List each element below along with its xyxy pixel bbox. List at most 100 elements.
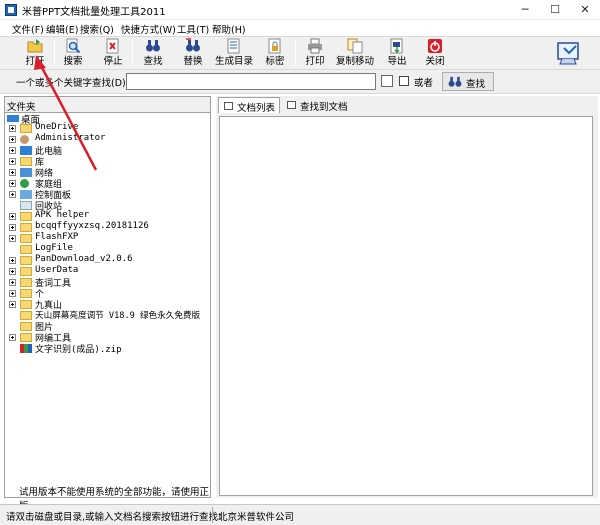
keyword-search-label: 一个或多个关键字查找(D) <box>16 78 126 89</box>
tab-document-list[interactable]: 文档列表 <box>218 97 280 114</box>
tree-item[interactable]: 文字识别(成品).zip <box>5 343 210 355</box>
tab-found-documents[interactable]: 查找到文档 <box>282 97 352 113</box>
menu-help[interactable]: 帮助(H) <box>212 22 246 36</box>
folder-tree: OneDrive Administrator 此电脑 库 网络 家庭组 控制面板… <box>5 122 210 355</box>
expand-icon[interactable] <box>9 180 16 187</box>
maximize-button[interactable]: ☐ <box>540 0 570 20</box>
copy-move-button[interactable]: 复制移动 <box>334 38 376 69</box>
folder-icon <box>20 223 32 232</box>
expand-icon[interactable] <box>9 147 16 154</box>
printer-icon <box>308 38 322 54</box>
folder-icon <box>20 245 32 254</box>
search-bar: 一个或多个关键字查找(D) 或者 查找 <box>0 70 600 94</box>
library-icon <box>20 157 32 166</box>
user-icon <box>20 135 29 144</box>
export-button[interactable]: 导出 <box>382 38 412 69</box>
expand-icon[interactable] <box>9 279 16 286</box>
computer-icon <box>20 146 32 155</box>
minimize-button[interactable]: ─ <box>510 0 540 20</box>
open-button[interactable]: 打开 <box>18 38 52 69</box>
folder-pane-header: 文件夹 <box>5 97 210 113</box>
menu-bar: 文件(F) 编辑(E) 搜索(Q) 快捷方式(W) 工具(T) 帮助(H) <box>0 20 600 36</box>
folder-icon <box>20 300 32 309</box>
export-icon <box>390 38 403 54</box>
expand-icon[interactable] <box>9 290 16 297</box>
recycle-bin-icon <box>20 201 32 210</box>
status-bar: 请双击磁盘或目录,或输入文档名搜索按钮进行查找! 北京米普软件公司 <box>0 504 600 525</box>
close-window-button[interactable]: ✕ <box>570 0 600 20</box>
lock-document-icon <box>268 38 281 54</box>
homegroup-icon <box>20 179 29 188</box>
expand-icon[interactable] <box>9 224 16 231</box>
status-hint: 请双击磁盘或目录,或输入文档名搜索按钮进行查找! <box>6 512 222 523</box>
app-logo-icon <box>557 42 579 65</box>
directory-icon <box>227 38 240 54</box>
menu-file[interactable]: 文件(F) <box>12 22 44 36</box>
folder-icon <box>20 256 32 265</box>
print-button[interactable]: 打印 <box>300 38 330 69</box>
or-checkbox[interactable] <box>399 76 409 86</box>
control-panel-icon <box>20 190 32 199</box>
zip-archive-icon <box>20 344 32 353</box>
toolbar-separator <box>295 40 296 66</box>
folder-icon <box>20 212 32 221</box>
generate-directory-button[interactable]: 生成目录 <box>214 38 254 69</box>
expand-icon[interactable] <box>9 301 16 308</box>
status-divider <box>212 507 213 523</box>
replace-button[interactable]: 替换 <box>178 38 208 69</box>
search-icon <box>66 38 81 54</box>
folder-icon <box>20 267 32 276</box>
search-options-icon[interactable] <box>381 75 393 87</box>
expand-icon[interactable] <box>9 125 16 132</box>
expand-icon[interactable] <box>9 136 16 143</box>
keyword-search-input[interactable] <box>126 73 376 90</box>
replace-icon <box>186 38 200 52</box>
password-button[interactable]: 标密 <box>260 38 290 69</box>
document-list[interactable] <box>219 116 593 496</box>
folder-icon <box>20 289 32 298</box>
menu-search[interactable]: 搜索(Q) <box>80 22 114 36</box>
folder-icon <box>20 311 32 320</box>
title-bar: 米普PPT文档批量处理工具2011 ─ ☐ ✕ <box>0 0 600 20</box>
folder-icon <box>20 124 32 133</box>
find-button[interactable]: 查找 <box>138 38 168 69</box>
stop-button[interactable]: 停止 <box>98 38 128 69</box>
toolbar-separator <box>54 40 55 66</box>
binoculars-icon <box>287 101 296 109</box>
toolbar-separator <box>132 40 133 66</box>
desktop-icon <box>7 115 19 122</box>
stop-icon <box>106 38 119 54</box>
close-button[interactable]: 关闭 <box>420 38 450 69</box>
app-icon <box>5 4 17 16</box>
window-title: 米普PPT文档批量处理工具2011 <box>22 7 166 18</box>
status-company: 北京米普软件公司 <box>218 512 295 523</box>
expand-icon[interactable] <box>9 158 16 165</box>
folder-icon <box>20 322 32 331</box>
copy-icon <box>347 38 363 54</box>
folder-icon <box>20 278 32 287</box>
menu-edit[interactable]: 编辑(E) <box>46 22 78 36</box>
open-folder-icon <box>27 39 43 53</box>
expand-icon[interactable] <box>9 334 16 341</box>
expand-icon[interactable] <box>9 235 16 242</box>
binoculars-icon <box>448 76 462 87</box>
search-button[interactable]: 搜索 <box>58 38 88 69</box>
document-icon <box>224 102 233 110</box>
folder-icon <box>20 234 32 243</box>
expand-icon[interactable] <box>9 213 16 220</box>
expand-icon[interactable] <box>9 257 16 264</box>
keyword-find-button[interactable]: 查找 <box>442 72 494 91</box>
menu-tools[interactable]: 工具(T) <box>177 22 209 36</box>
power-icon <box>428 39 442 53</box>
or-checkbox-label: 或者 <box>414 78 434 89</box>
menu-shortcut[interactable]: 快捷方式(W) <box>121 22 176 36</box>
expand-icon[interactable] <box>9 268 16 275</box>
toolbar: 打开 搜索 停止 查找 替换 生成目录 标密 打印 复制移动 导出 关闭 <box>0 36 600 70</box>
document-pane: 文档列表 查找到文档 <box>216 96 598 498</box>
folder-icon <box>20 333 32 342</box>
expand-icon[interactable] <box>9 191 16 198</box>
binoculars-icon <box>146 40 160 52</box>
network-icon <box>20 168 32 177</box>
expand-icon[interactable] <box>9 169 16 176</box>
folder-tree-pane: 文件夹 桌面 OneDrive Administrator 此电脑 库 网络 家… <box>4 96 211 512</box>
